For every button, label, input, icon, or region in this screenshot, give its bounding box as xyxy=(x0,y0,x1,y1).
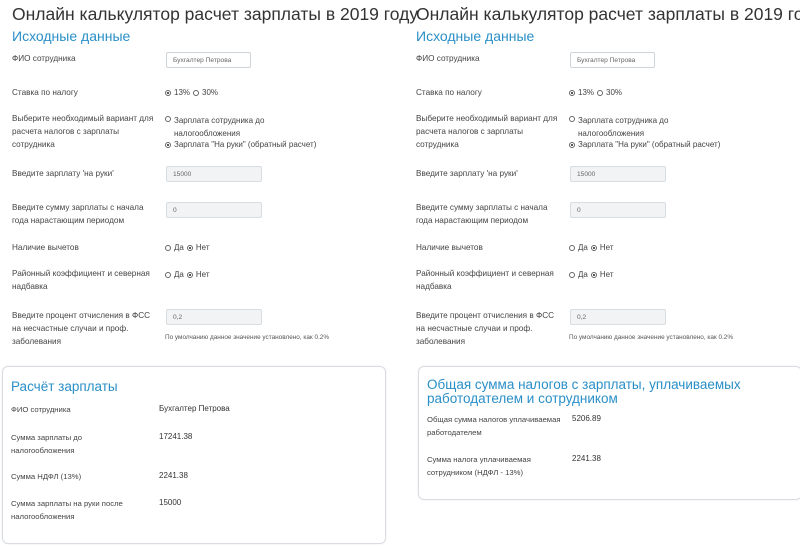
deductions-no-label-right: Нет xyxy=(599,243,614,252)
calc-variant-option-1-right[interactable]: Зарплата сотрудника до налогообложения xyxy=(569,114,718,140)
tax-13-radio[interactable] xyxy=(165,89,171,96)
regional-yes-radio-right[interactable] xyxy=(569,271,575,278)
fss-label-right: Введите процент отчисления в ФСС на несч… xyxy=(416,311,555,346)
fss-note-right: По умолчанию данное значение установлено… xyxy=(569,334,734,341)
tax-rate-group: 13% 30% xyxy=(165,88,218,97)
calc-before-tax-radio-right[interactable] xyxy=(569,116,575,122)
regional-group: Да Нет xyxy=(165,270,210,279)
section-title-input: Исходные данные xyxy=(12,28,131,44)
tax-result-card: Общая сумма налогов с зарплаты, уплачива… xyxy=(418,366,800,500)
regional-no-radio-right[interactable] xyxy=(590,271,597,278)
employee-tax-label: Сумма налога уплачиваемая сотрудником (Н… xyxy=(427,455,531,477)
regional-no-label: Нет xyxy=(195,270,210,279)
tax-13-label: 13% xyxy=(174,88,191,97)
regional-yes-radio[interactable] xyxy=(165,271,171,278)
salary-label-right: Введите зарплату 'на руки' xyxy=(416,169,518,178)
result-net-value: 15000 xyxy=(159,498,182,507)
cumulative-label: Введите сумму зарплаты с начала года нар… xyxy=(12,203,144,225)
fss-label: Введите процент отчисления в ФСС на несч… xyxy=(12,311,151,346)
fio-label: ФИО сотрудника xyxy=(12,54,76,63)
tax-rate-label-right: Ставка по налогу xyxy=(416,88,482,97)
right-panel: Онлайн калькулятор расчет зарплаты в 201… xyxy=(404,0,800,546)
result-gross-label: Сумма зарплаты до налогообложения xyxy=(11,433,83,455)
result-fio-value: Бухгалтер Петрова xyxy=(159,404,230,413)
regional-yes-label: Да xyxy=(174,270,184,279)
deductions-no-radio-right[interactable] xyxy=(590,244,597,251)
deductions-yes-label-right: Да xyxy=(578,243,588,252)
calc-net-label: Зарплата "На руки" (обратный расчет) xyxy=(174,140,317,149)
tax-13-radio-right[interactable] xyxy=(569,89,575,96)
deductions-no-radio[interactable] xyxy=(186,244,193,251)
calc-variant-option-1[interactable]: Зарплата сотрудника до налогообложения xyxy=(165,114,314,140)
fio-input[interactable]: Бухгалтер Петрова xyxy=(166,52,251,68)
page-title: Онлайн калькулятор расчет зарплаты в 201… xyxy=(12,4,419,24)
result-ndfl-label: Сумма НДФЛ (13%) xyxy=(11,472,82,481)
employee-tax-value: 2241.38 xyxy=(572,454,601,463)
result-ndfl-value: 2241.38 xyxy=(159,471,188,480)
deductions-label-right: Наличие вычетов xyxy=(416,243,483,252)
tax-30-radio-right[interactable] xyxy=(597,89,604,96)
calc-variant-label-right: Выберите необходимый вариант для расчета… xyxy=(416,114,558,149)
calc-net-radio[interactable] xyxy=(165,141,171,148)
tax-rate-group-right: 13% 30% xyxy=(569,88,622,97)
fss-input-right[interactable]: 0,2 xyxy=(570,309,666,325)
tax-30-radio[interactable] xyxy=(193,89,200,96)
deductions-group-right: Да Нет xyxy=(569,243,614,252)
deductions-label: Наличие вычетов xyxy=(12,243,79,252)
fss-note: По умолчанию данное значение установлено… xyxy=(165,334,330,341)
tax-30-label-right: 30% xyxy=(606,88,623,97)
calc-before-tax-label: Зарплата сотрудника до налогообложения xyxy=(174,116,265,138)
employer-tax-value: 5206.89 xyxy=(572,414,601,423)
fio-label-right: ФИО сотрудника xyxy=(416,54,480,63)
salary-input-right[interactable]: 15000 xyxy=(570,166,666,182)
deductions-yes-label: Да xyxy=(174,243,184,252)
regional-label: Районный коэффициент и северная надбавка xyxy=(12,269,150,291)
salary-result-card: Расчёт зарплаты ФИО сотрудника Бухгалтер… xyxy=(2,366,386,544)
salary-result-title: Расчёт зарплаты xyxy=(11,379,118,394)
regional-label-right: Районный коэффициент и северная надбавка xyxy=(416,269,554,291)
result-gross-value: 17241.38 xyxy=(159,432,193,441)
calc-variant-option-2[interactable]: Зарплата "На руки" (обратный расчет) xyxy=(165,140,316,149)
result-net-label: Сумма зарплаты на руки после налогооблож… xyxy=(11,499,123,521)
regional-no-radio[interactable] xyxy=(186,271,193,278)
calc-variant-label: Выберите необходимый вариант для расчета… xyxy=(12,114,154,149)
regional-group-right: Да Нет xyxy=(569,270,614,279)
regional-no-label-right: Нет xyxy=(599,270,614,279)
left-panel: Онлайн калькулятор расчет зарплаты в 201… xyxy=(0,0,418,546)
calc-net-label-right: Зарплата "На руки" (обратный расчет) xyxy=(578,140,721,149)
tax-30-label: 30% xyxy=(202,88,219,97)
fss-input[interactable]: 0,2 xyxy=(166,309,262,325)
cumulative-input-right[interactable]: 0 xyxy=(570,202,666,218)
calc-net-radio-right[interactable] xyxy=(569,141,575,148)
employer-tax-label: Общая сумма налогов уплачиваемая работод… xyxy=(427,415,561,437)
tax-13-label-right: 13% xyxy=(578,88,595,97)
cumulative-label-right: Введите сумму зарплаты с начала года нар… xyxy=(416,203,548,225)
calc-variant-option-2-right[interactable]: Зарплата "На руки" (обратный расчет) xyxy=(569,140,720,149)
fio-input-right[interactable]: Бухгалтер Петрова xyxy=(570,52,655,68)
deductions-yes-radio-right[interactable] xyxy=(569,244,575,251)
salary-input[interactable]: 15000 xyxy=(166,166,262,182)
section-title-input-right: Исходные данные xyxy=(416,28,535,44)
page-title-right: Онлайн калькулятор расчет зарплаты в 201… xyxy=(416,4,800,24)
calc-before-tax-label-right: Зарплата сотрудника до налогообложения xyxy=(578,116,669,138)
tax-rate-label: Ставка по налогу xyxy=(12,88,78,97)
calc-before-tax-radio[interactable] xyxy=(165,116,171,122)
regional-yes-label-right: Да xyxy=(578,270,588,279)
tax-result-title: Общая сумма налогов с зарплаты, уплачива… xyxy=(427,377,741,406)
cumulative-input[interactable]: 0 xyxy=(166,202,262,218)
deductions-no-label: Нет xyxy=(195,243,210,252)
salary-label: Введите зарплату 'на руки' xyxy=(12,169,114,178)
result-fio-label: ФИО сотрудника xyxy=(11,405,71,414)
deductions-yes-radio[interactable] xyxy=(165,244,171,251)
deductions-group: Да Нет xyxy=(165,243,210,252)
